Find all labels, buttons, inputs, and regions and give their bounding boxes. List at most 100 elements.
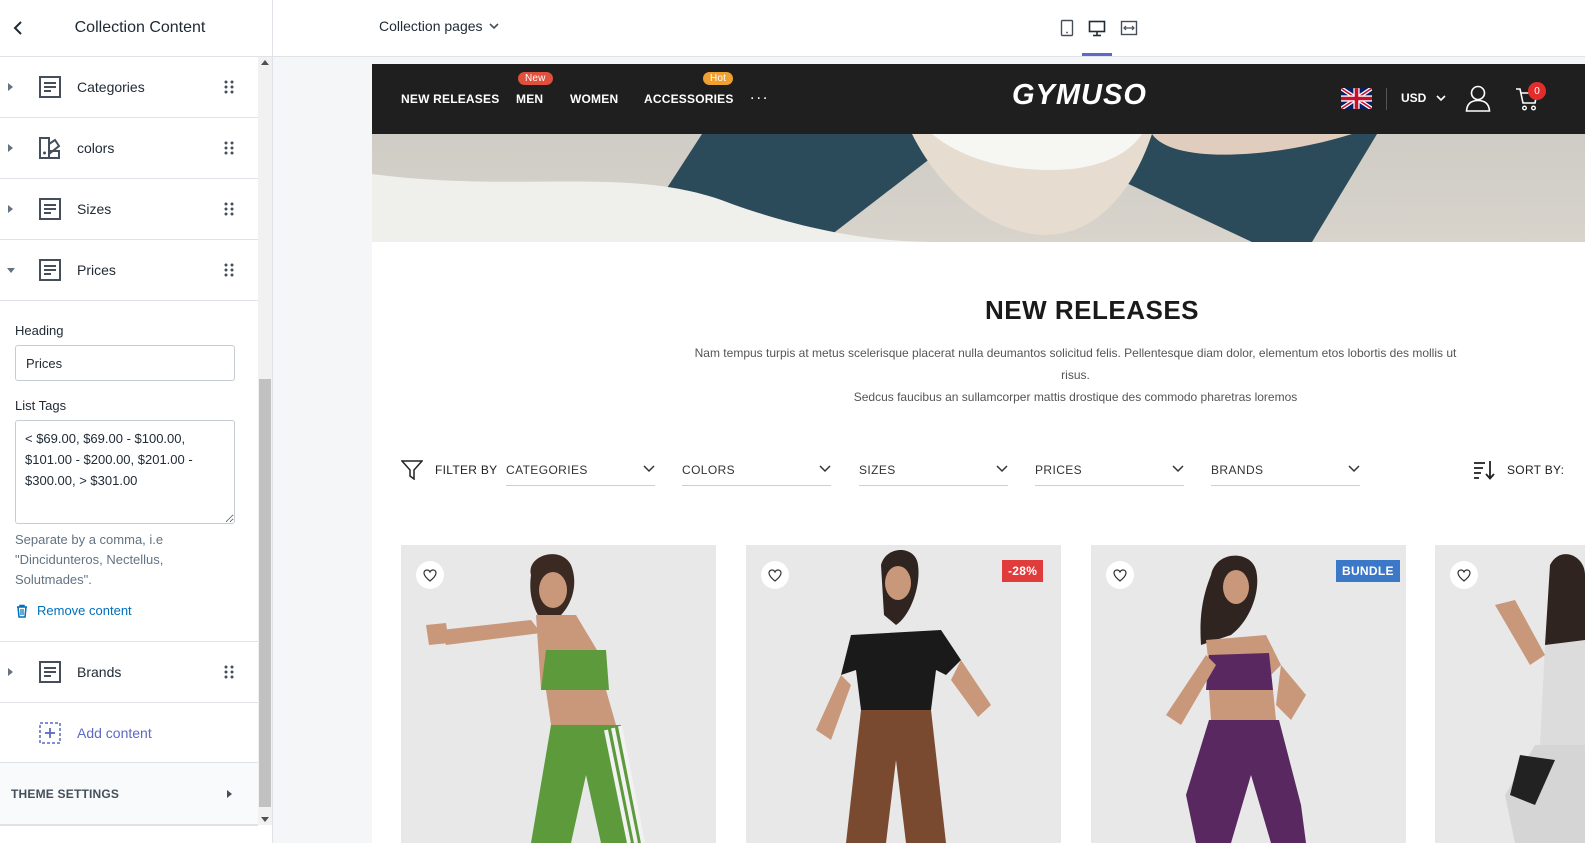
add-content-button[interactable]: Add content bbox=[0, 703, 258, 763]
back-button[interactable] bbox=[6, 16, 30, 40]
chevron-down-icon bbox=[819, 465, 831, 473]
wishlist-button[interactable] bbox=[761, 561, 789, 589]
page-selector-label: Collection pages bbox=[379, 18, 483, 34]
filter-brands[interactable]: BRANDS bbox=[1211, 456, 1360, 486]
remove-content-label: Remove content bbox=[37, 603, 132, 618]
scroll-down-icon[interactable] bbox=[261, 817, 269, 822]
desktop-icon bbox=[1088, 20, 1106, 36]
color-swatch-icon bbox=[39, 137, 61, 159]
nav-item-men[interactable]: New MEN bbox=[516, 72, 553, 106]
drag-handle-icon[interactable] bbox=[223, 664, 235, 680]
heading-label: Heading bbox=[15, 323, 64, 338]
heading-input[interactable] bbox=[15, 345, 235, 381]
desktop-view-button[interactable] bbox=[1082, 14, 1112, 56]
heart-icon bbox=[768, 568, 782, 582]
heart-icon bbox=[1457, 568, 1471, 582]
user-account-icon[interactable] bbox=[1465, 84, 1491, 112]
drag-handle-icon[interactable] bbox=[223, 79, 235, 95]
theme-editor: Collection Content Categories colors Siz… bbox=[0, 0, 1585, 843]
caret-right-icon[interactable] bbox=[6, 81, 16, 93]
editor-sidebar: Collection Content Categories colors Siz… bbox=[0, 0, 273, 843]
currency-selector[interactable]: USD bbox=[1401, 91, 1446, 105]
filter-categories[interactable]: CATEGORIES bbox=[506, 456, 655, 486]
nav-item-label: ACCESSORIES bbox=[644, 92, 734, 106]
list-tags-textarea[interactable] bbox=[15, 420, 235, 524]
sidebar-item-colors[interactable]: colors bbox=[0, 118, 258, 179]
cart-count-badge: 0 bbox=[1528, 82, 1546, 100]
filter-by-label: FILTER BY bbox=[435, 463, 498, 477]
caret-down-icon[interactable] bbox=[6, 264, 16, 276]
nav-more-button[interactable]: ... bbox=[750, 86, 769, 104]
collection-description-line: Nam tempus turpis at metus scelerisque p… bbox=[694, 346, 1457, 382]
chevron-down-icon bbox=[643, 465, 655, 473]
list-tags-label: List Tags bbox=[15, 398, 67, 413]
chevron-down-icon bbox=[1436, 94, 1446, 101]
nav-item-accessories[interactable]: Hot ACCESSORIES bbox=[644, 72, 734, 106]
mobile-view-button[interactable] bbox=[1052, 14, 1082, 42]
text-block-icon bbox=[39, 198, 61, 220]
filter-label: CATEGORIES bbox=[506, 463, 588, 477]
product-card[interactable] bbox=[1435, 545, 1585, 843]
theme-settings-button[interactable]: THEME SETTINGS bbox=[0, 763, 258, 825]
filter-sizes[interactable]: SIZES bbox=[859, 456, 1008, 486]
nav-item-label: MEN bbox=[516, 92, 544, 106]
sidebar-item-categories[interactable]: Categories bbox=[0, 57, 258, 118]
store-header: NEW RELEASES New MEN WOMEN Hot ACCESSORI… bbox=[372, 64, 1585, 134]
collection-hero-image bbox=[372, 134, 1585, 242]
caret-right-icon bbox=[227, 790, 232, 798]
sort-icon[interactable] bbox=[1473, 460, 1495, 480]
scrollbar-thumb[interactable] bbox=[259, 379, 271, 807]
sidebar-item-label: Sizes bbox=[77, 201, 112, 217]
drag-handle-icon[interactable] bbox=[223, 140, 235, 156]
filter-label: PRICES bbox=[1035, 463, 1083, 477]
uk-flag-icon[interactable] bbox=[1341, 88, 1372, 109]
fullscreen-view-button[interactable] bbox=[1114, 14, 1144, 42]
heart-icon bbox=[423, 568, 437, 582]
fullscreen-icon bbox=[1120, 20, 1138, 36]
product-image bbox=[1435, 545, 1585, 843]
drag-handle-icon[interactable] bbox=[223, 201, 235, 217]
prices-settings-panel: Heading List Tags Separate by a comma, i… bbox=[0, 301, 258, 642]
hero-image-art bbox=[372, 134, 1377, 242]
wishlist-button[interactable] bbox=[1450, 561, 1478, 589]
wishlist-button[interactable] bbox=[1106, 561, 1134, 589]
store-logo[interactable]: GYMUSO bbox=[1012, 79, 1147, 112]
drag-handle-icon[interactable] bbox=[223, 262, 235, 278]
filter-colors[interactable]: COLORS bbox=[682, 456, 831, 486]
text-block-icon bbox=[39, 259, 61, 281]
caret-right-icon[interactable] bbox=[6, 203, 16, 215]
remove-content-button[interactable]: Remove content bbox=[15, 603, 243, 618]
product-card[interactable]: -28% bbox=[746, 545, 1061, 843]
add-block-icon bbox=[39, 722, 61, 744]
chevron-down-icon bbox=[996, 465, 1008, 473]
editor-topbar: Collection pages bbox=[273, 0, 1585, 57]
nav-item-new-releases[interactable]: NEW RELEASES bbox=[401, 92, 499, 106]
wishlist-button[interactable] bbox=[416, 561, 444, 589]
sidebar-item-brands[interactable]: Brands bbox=[0, 642, 258, 703]
currency-label: USD bbox=[1401, 91, 1427, 105]
sidebar-scroll-area: Categories colors Sizes Prices Heading P… bbox=[0, 57, 258, 843]
product-card[interactable] bbox=[401, 545, 716, 843]
page-selector[interactable]: Collection pages bbox=[379, 18, 499, 34]
caret-right-icon[interactable] bbox=[6, 142, 16, 154]
add-content-label: Add content bbox=[77, 724, 152, 741]
chevron-down-icon bbox=[488, 22, 499, 29]
product-card[interactable]: BUNDLE bbox=[1091, 545, 1406, 843]
filter-label: COLORS bbox=[682, 463, 736, 477]
nav-item-women[interactable]: WOMEN bbox=[570, 92, 618, 106]
filter-prices[interactable]: PRICES bbox=[1035, 456, 1184, 486]
scroll-up-icon[interactable] bbox=[261, 60, 269, 65]
chevron-left-icon bbox=[13, 21, 22, 35]
nav-item-label: NEW RELEASES bbox=[401, 92, 500, 106]
chevron-down-icon bbox=[1348, 465, 1360, 473]
sort-by-label[interactable]: SORT BY: bbox=[1507, 463, 1564, 477]
chevron-down-icon bbox=[1172, 465, 1184, 473]
sidebar-item-sizes[interactable]: Sizes bbox=[0, 179, 258, 240]
sidebar-scrollbar[interactable] bbox=[258, 57, 272, 825]
list-tags-help: Separate by a comma, i.e "Dincidunteros,… bbox=[15, 532, 164, 587]
sidebar-item-prices[interactable]: Prices bbox=[0, 240, 258, 301]
sidebar-item-label: Brands bbox=[77, 664, 122, 680]
caret-right-icon[interactable] bbox=[6, 666, 16, 678]
sidebar-header: Collection Content bbox=[0, 0, 272, 57]
sidebar-item-label: Categories bbox=[77, 79, 145, 95]
